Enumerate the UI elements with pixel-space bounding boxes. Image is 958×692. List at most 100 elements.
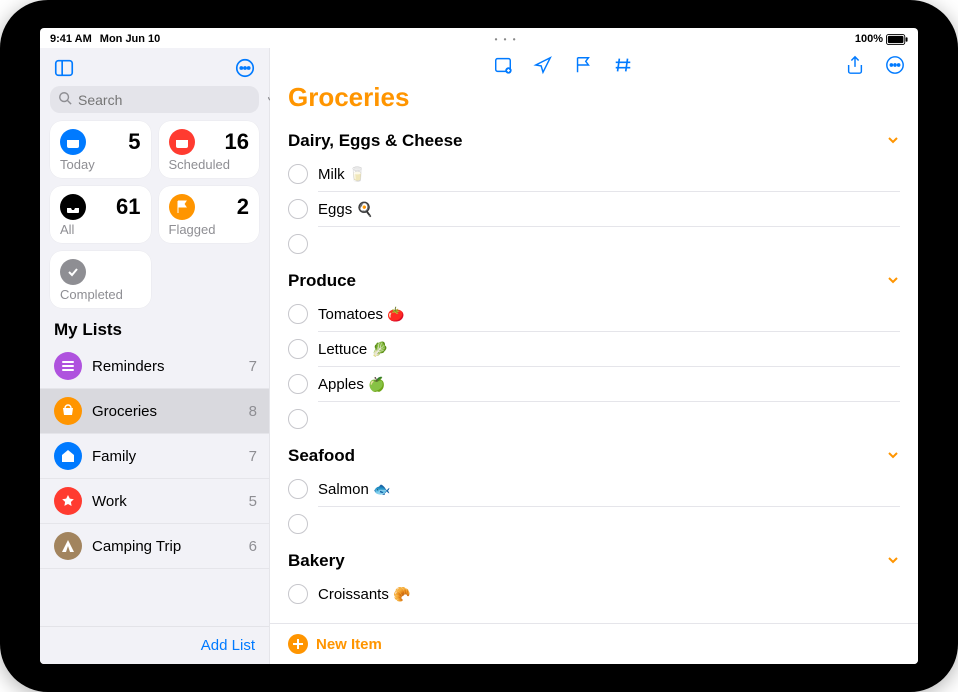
smart-list-flagged[interactable]: 2 Flagged bbox=[159, 186, 260, 243]
completion-circle[interactable] bbox=[288, 514, 308, 534]
calendar-scheduled-icon bbox=[169, 129, 195, 155]
section-header[interactable]: Dairy, Eggs & Cheese bbox=[288, 121, 900, 157]
smart-list-scheduled[interactable]: 16 Scheduled bbox=[159, 121, 260, 178]
multitask-dots-icon[interactable]: • • • bbox=[495, 35, 518, 44]
section-title: Dairy, Eggs & Cheese bbox=[288, 131, 462, 151]
scheduled-count: 16 bbox=[225, 129, 249, 155]
section-title: Seafood bbox=[288, 446, 355, 466]
completion-circle[interactable] bbox=[288, 339, 308, 359]
list-icon bbox=[54, 352, 82, 380]
list-row-reminders[interactable]: Reminders 7 bbox=[40, 344, 269, 389]
list-row-work[interactable]: Work 5 bbox=[40, 479, 269, 524]
smart-list-today[interactable]: 5 Today bbox=[50, 121, 151, 178]
location-button[interactable] bbox=[532, 54, 554, 76]
screen: 9:41 AM Mon Jun 10 • • • 100% bbox=[40, 28, 918, 664]
template-button[interactable] bbox=[492, 54, 514, 76]
empty-reminder-row[interactable] bbox=[288, 227, 900, 261]
sidebar: 5 Today 16 Scheduled bbox=[40, 48, 270, 664]
list-count: 7 bbox=[249, 358, 257, 375]
emoji-icon: 🍅 bbox=[387, 306, 404, 322]
content-toolbar bbox=[270, 48, 918, 78]
list-name: Camping Trip bbox=[92, 538, 239, 555]
empty-reminder-row[interactable] bbox=[288, 402, 900, 436]
reminder-row[interactable]: Croissants 🥐 bbox=[288, 577, 900, 611]
section-title: Bakery bbox=[288, 551, 345, 571]
flagged-count: 2 bbox=[237, 194, 249, 220]
new-item-button[interactable]: New Item bbox=[270, 623, 918, 664]
list-name: Reminders bbox=[92, 358, 239, 375]
device-frame: 9:41 AM Mon Jun 10 • • • 100% bbox=[0, 0, 958, 692]
emoji-icon: 🐟 bbox=[373, 481, 390, 497]
inbox-icon bbox=[60, 194, 86, 220]
search-input[interactable] bbox=[78, 92, 259, 108]
search-field[interactable] bbox=[50, 86, 259, 113]
completion-circle[interactable] bbox=[288, 199, 308, 219]
calendar-today-icon bbox=[60, 129, 86, 155]
section-header[interactable]: Produce bbox=[288, 261, 900, 297]
emoji-icon: 🍳 bbox=[356, 201, 373, 217]
completion-circle[interactable] bbox=[288, 234, 308, 254]
list-icon bbox=[54, 397, 82, 425]
reminder-text: Lettuce 🥬 bbox=[318, 341, 389, 358]
reminder-row[interactable]: Milk 🥛 bbox=[288, 157, 900, 191]
plus-circle-icon bbox=[288, 634, 308, 654]
flag-button[interactable] bbox=[572, 54, 594, 76]
chevron-down-icon bbox=[886, 448, 900, 465]
share-button[interactable] bbox=[844, 54, 866, 76]
list-count: 6 bbox=[249, 538, 257, 555]
status-time: 9:41 AM bbox=[50, 33, 92, 45]
reminder-text: Eggs 🍳 bbox=[318, 201, 374, 218]
list-row-camping-trip[interactable]: Camping Trip 6 bbox=[40, 524, 269, 569]
emoji-icon: 🥬 bbox=[371, 341, 388, 357]
tag-button[interactable] bbox=[612, 54, 634, 76]
more-button[interactable] bbox=[884, 54, 906, 76]
all-label: All bbox=[60, 222, 141, 237]
list-name: Work bbox=[92, 493, 239, 510]
today-label: Today bbox=[60, 157, 141, 172]
scheduled-label: Scheduled bbox=[169, 157, 250, 172]
reminder-text: Salmon 🐟 bbox=[318, 481, 390, 498]
list-icon bbox=[54, 442, 82, 470]
reminder-row[interactable]: Lettuce 🥬 bbox=[288, 332, 900, 366]
list-row-groceries[interactable]: Groceries8 bbox=[40, 389, 269, 434]
content-pane: Groceries Dairy, Eggs & Cheese Milk 🥛 Eggs… bbox=[270, 48, 918, 664]
empty-reminder-row[interactable] bbox=[288, 507, 900, 541]
sidebar-more-button[interactable] bbox=[231, 54, 259, 82]
completion-circle[interactable] bbox=[288, 374, 308, 394]
section-header[interactable]: Seafood bbox=[288, 436, 900, 472]
list-title: Groceries bbox=[270, 78, 918, 121]
my-lists: Reminders 7 Groceries8Family7 Work 5 Camping … bbox=[40, 344, 269, 626]
status-bar: 9:41 AM Mon Jun 10 • • • 100% bbox=[40, 28, 918, 48]
reminder-row[interactable]: Salmon 🐟 bbox=[288, 472, 900, 506]
emoji-icon: 🥐 bbox=[393, 586, 410, 602]
reminder-row[interactable]: Apples 🍏 bbox=[288, 367, 900, 401]
reminder-row[interactable]: Tomatoes 🍅 bbox=[288, 297, 900, 331]
section-header[interactable]: Bakery bbox=[288, 541, 900, 577]
reminder-row[interactable]: Eggs 🍳 bbox=[288, 192, 900, 226]
chevron-down-icon bbox=[886, 273, 900, 290]
smart-list-completed[interactable]: Completed bbox=[50, 251, 151, 308]
completion-circle[interactable] bbox=[288, 304, 308, 324]
smart-list-all[interactable]: 61 All bbox=[50, 186, 151, 243]
completion-circle[interactable] bbox=[288, 409, 308, 429]
all-count: 61 bbox=[116, 194, 140, 220]
completion-circle[interactable] bbox=[288, 164, 308, 184]
device-bezel: 9:41 AM Mon Jun 10 • • • 100% bbox=[12, 12, 946, 680]
reminder-sections: Dairy, Eggs & Cheese Milk 🥛 Eggs 🍳 Produce… bbox=[270, 121, 918, 623]
sidebar-toggle-button[interactable] bbox=[50, 54, 78, 82]
completion-circle[interactable] bbox=[288, 479, 308, 499]
emoji-icon: 🍏 bbox=[368, 376, 385, 392]
reminder-text: Tomatoes 🍅 bbox=[318, 306, 405, 323]
list-count: 5 bbox=[249, 493, 257, 510]
list-row-family[interactable]: Family7 bbox=[40, 434, 269, 479]
today-count: 5 bbox=[128, 129, 140, 155]
add-list-button[interactable]: Add List bbox=[201, 637, 255, 654]
flag-icon bbox=[169, 194, 195, 220]
flagged-label: Flagged bbox=[169, 222, 250, 237]
chevron-down-icon bbox=[886, 133, 900, 150]
completion-circle[interactable] bbox=[288, 584, 308, 604]
status-date: Mon Jun 10 bbox=[100, 33, 161, 45]
list-count: 7 bbox=[249, 448, 257, 465]
completed-label: Completed bbox=[60, 287, 141, 302]
emoji-icon: 🥛 bbox=[349, 166, 366, 182]
